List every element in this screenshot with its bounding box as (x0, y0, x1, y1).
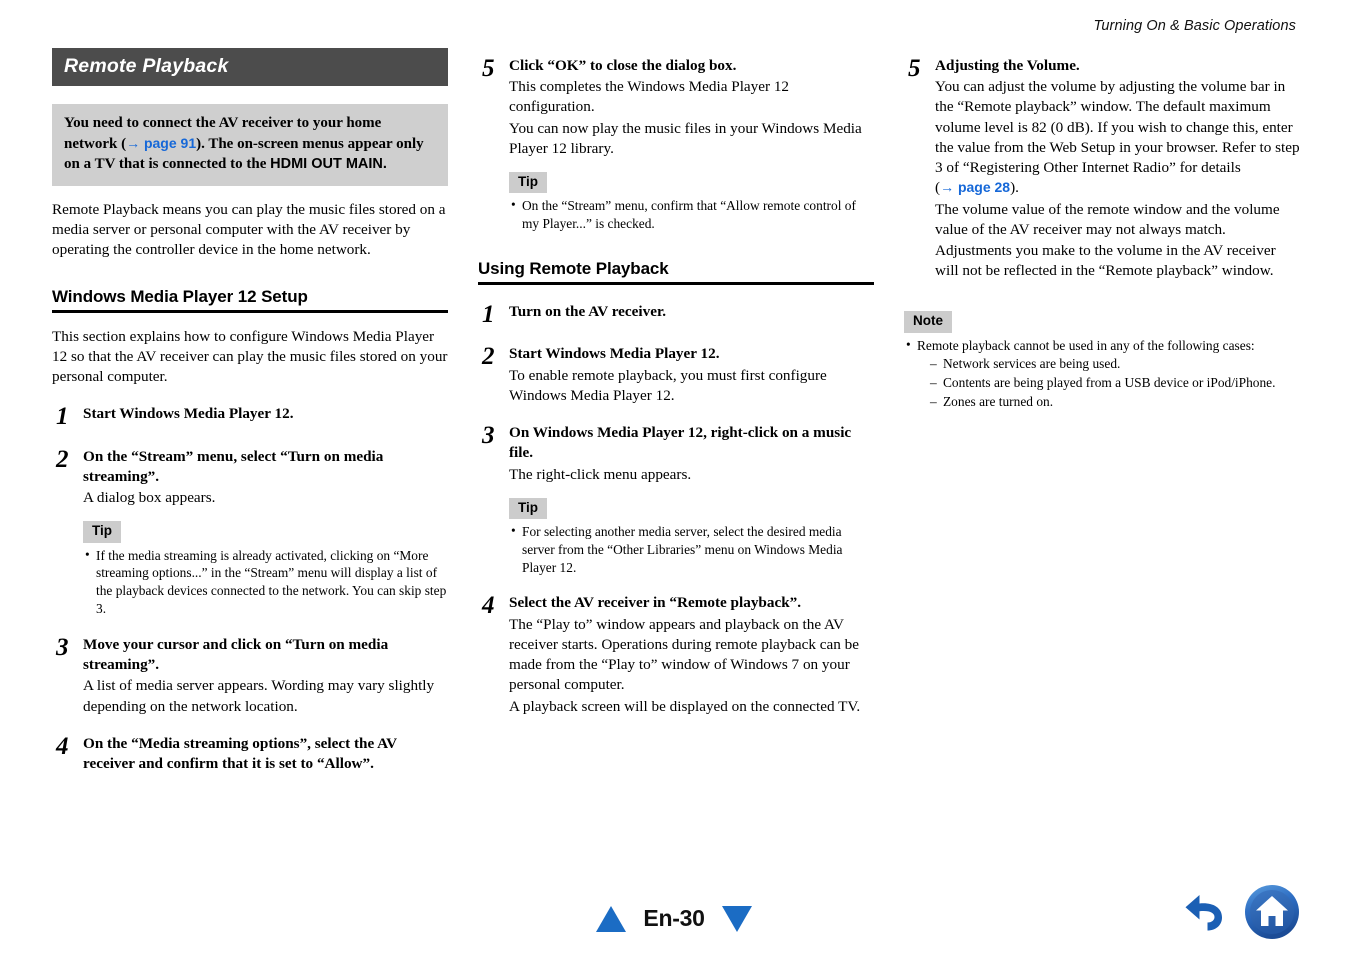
step-text-secondary: The volume value of the remote window an… (935, 200, 1280, 238)
home-icon[interactable] (1244, 884, 1300, 940)
footer-navigation: En-30 (0, 905, 1348, 932)
step-text: You can adjust the volume by adjusting t… (935, 77, 1300, 198)
column-2: 5 Click “OK” to close the dialog box. Th… (478, 48, 874, 774)
step-item: 5 Adjusting the Volume. You can adjust t… (904, 56, 1300, 281)
step-body: On Windows Media Player 12, right-click … (509, 423, 874, 576)
step-title: Select the AV receiver in “Remote playba… (509, 594, 802, 612)
step-text-tertiary: Adjustments you make to the volume in th… (935, 241, 1276, 280)
step-item: 1 Turn on the AV receiver. (478, 302, 874, 328)
step-body: On the “Stream” menu, select “Turn on me… (83, 447, 448, 618)
callout-box: You need to connect the AV receiver to y… (52, 104, 448, 186)
step-number: 3 (56, 633, 69, 661)
step-text-secondary: You can now play the music files in your… (509, 119, 862, 157)
step-body: Select the AV receiver in “Remote playba… (509, 593, 874, 716)
step-number: 1 (56, 403, 69, 431)
wmp-setup-intro: This section explains how to configure W… (52, 327, 448, 386)
step-title: Click “OK” to close the dialog box. (509, 57, 737, 74)
tip-item: On the “Stream” menu, confirm that “Allo… (509, 196, 874, 233)
step-text: To enable remote playback, you must firs… (509, 366, 827, 404)
step-item: 3 Move your cursor and click on “Turn on… (52, 635, 448, 717)
step-number: 1 (482, 300, 495, 328)
note-subitem: Contents are being played from a USB dev… (930, 374, 1300, 392)
step-item: 1 Start Windows Media Player 12. (52, 404, 448, 430)
column-3: 5 Adjusting the Volume. You can adjust t… (904, 48, 1300, 774)
tip-list: If the media streaming is already activa… (83, 546, 448, 618)
section-banner: Remote Playback (52, 48, 448, 86)
tip-badge: Tip (509, 172, 547, 194)
wmp-setup-heading: Windows Media Player 12 Setup (52, 287, 448, 313)
tip-block: Tip For selecting another media server, … (509, 497, 874, 577)
step-body: Move your cursor and click on “Turn on m… (83, 635, 448, 717)
tip-item: If the media streaming is already activa… (83, 546, 448, 618)
note-block: Note Remote playback cannot be used in a… (904, 311, 1300, 411)
note-item: Remote playback cannot be used in any of… (904, 336, 1300, 411)
triangle-up-icon[interactable] (596, 905, 627, 932)
note-lead: Remote playback cannot be used in any of… (917, 337, 1255, 353)
step-title: Start Windows Media Player 12. (83, 405, 294, 423)
step-body: Start Windows Media Player 12. To enable… (509, 344, 874, 406)
step-text: The right-click menu appears. (509, 465, 692, 483)
step-item: 5 Click “OK” to close the dialog box. Th… (478, 56, 874, 233)
step-item: 4 On the “Media streaming options”, sele… (52, 732, 448, 774)
page-91-link[interactable]: → page 91 (126, 135, 196, 151)
page-columns: Remote Playback You need to connect the … (52, 48, 1300, 774)
step-item: 3 On Windows Media Player 12, right-clic… (478, 423, 874, 576)
tip-list: For selecting another media server, sele… (509, 522, 874, 576)
note-subitem: Network services are being used. (930, 355, 1300, 373)
step-number: 2 (56, 445, 69, 473)
note-list: Remote playback cannot be used in any of… (904, 336, 1300, 411)
step-body: Click “OK” to close the dialog box. This… (509, 56, 874, 233)
step-item: 4 Select the AV receiver in “Remote play… (478, 593, 874, 716)
note-subitem: Zones are turned on. (930, 393, 1300, 411)
step-item: 2 On the “Stream” menu, select “Turn on … (52, 447, 448, 618)
step-number: 4 (482, 592, 495, 620)
tip-block: Tip If the media streaming is already ac… (83, 521, 448, 618)
step-body: Start Windows Media Player 12. (83, 404, 448, 430)
tip-badge: Tip (509, 497, 547, 519)
step-text-tail: ). (1010, 179, 1019, 197)
step-title: On the “Media streaming options”, select… (83, 734, 397, 773)
step-body: Turn on the AV receiver. (509, 302, 874, 328)
tip-block: Tip On the “Stream” menu, confirm that “… (509, 172, 874, 233)
using-remote-heading: Using Remote Playback (478, 259, 874, 285)
step-title: Move your cursor and click on “Turn on m… (83, 635, 389, 674)
page-28-link[interactable]: → page 28 (940, 179, 1010, 195)
running-head: Turning On & Basic Operations (1093, 18, 1296, 34)
back-arrow-icon[interactable] (1182, 889, 1230, 935)
step-number: 4 (56, 732, 69, 760)
triangle-down-icon[interactable] (721, 905, 752, 932)
tip-list: On the “Stream” menu, confirm that “Allo… (509, 196, 874, 233)
step-text: A list of media server appears. Wording … (83, 677, 435, 715)
column-1: Remote Playback You need to connect the … (52, 48, 448, 774)
step-title: Start Windows Media Player 12. (509, 345, 720, 363)
step-title: Turn on the AV receiver. (509, 302, 667, 320)
step-title: On Windows Media Player 12, right-click … (509, 424, 852, 462)
step-number: 5 (482, 55, 495, 82)
page-label: En-30 (643, 905, 705, 931)
step-title: Adjusting the Volume. (935, 57, 1080, 74)
step-text-secondary: A playback screen will be displayed on t… (509, 697, 861, 715)
tip-item: For selecting another media server, sele… (509, 522, 874, 576)
step-number: 2 (482, 343, 495, 371)
step-number: 5 (908, 55, 921, 82)
step-item: 2 Start Windows Media Player 12. To enab… (478, 344, 874, 406)
step-number: 3 (482, 422, 495, 450)
step-text: The “Play to” window appears and playbac… (509, 615, 860, 694)
section-intro: Remote Playback means you can play the m… (52, 200, 446, 259)
note-badge: Note (904, 311, 952, 333)
footer-right-controls (1182, 884, 1300, 940)
step-title: On the “Stream” menu, select “Turn on me… (83, 447, 384, 485)
step-text: This completes the Windows Media Player … (509, 78, 790, 116)
step-text: A dialog box appears. (83, 489, 216, 507)
note-sublist: Network services are being used. Content… (917, 355, 1300, 410)
step-body: On the “Media streaming options”, select… (83, 734, 448, 774)
callout-emphasis: HDMI OUT MAIN. (270, 156, 387, 173)
step-body: Adjusting the Volume. You can adjust the… (935, 56, 1300, 281)
tip-badge: Tip (83, 521, 121, 543)
